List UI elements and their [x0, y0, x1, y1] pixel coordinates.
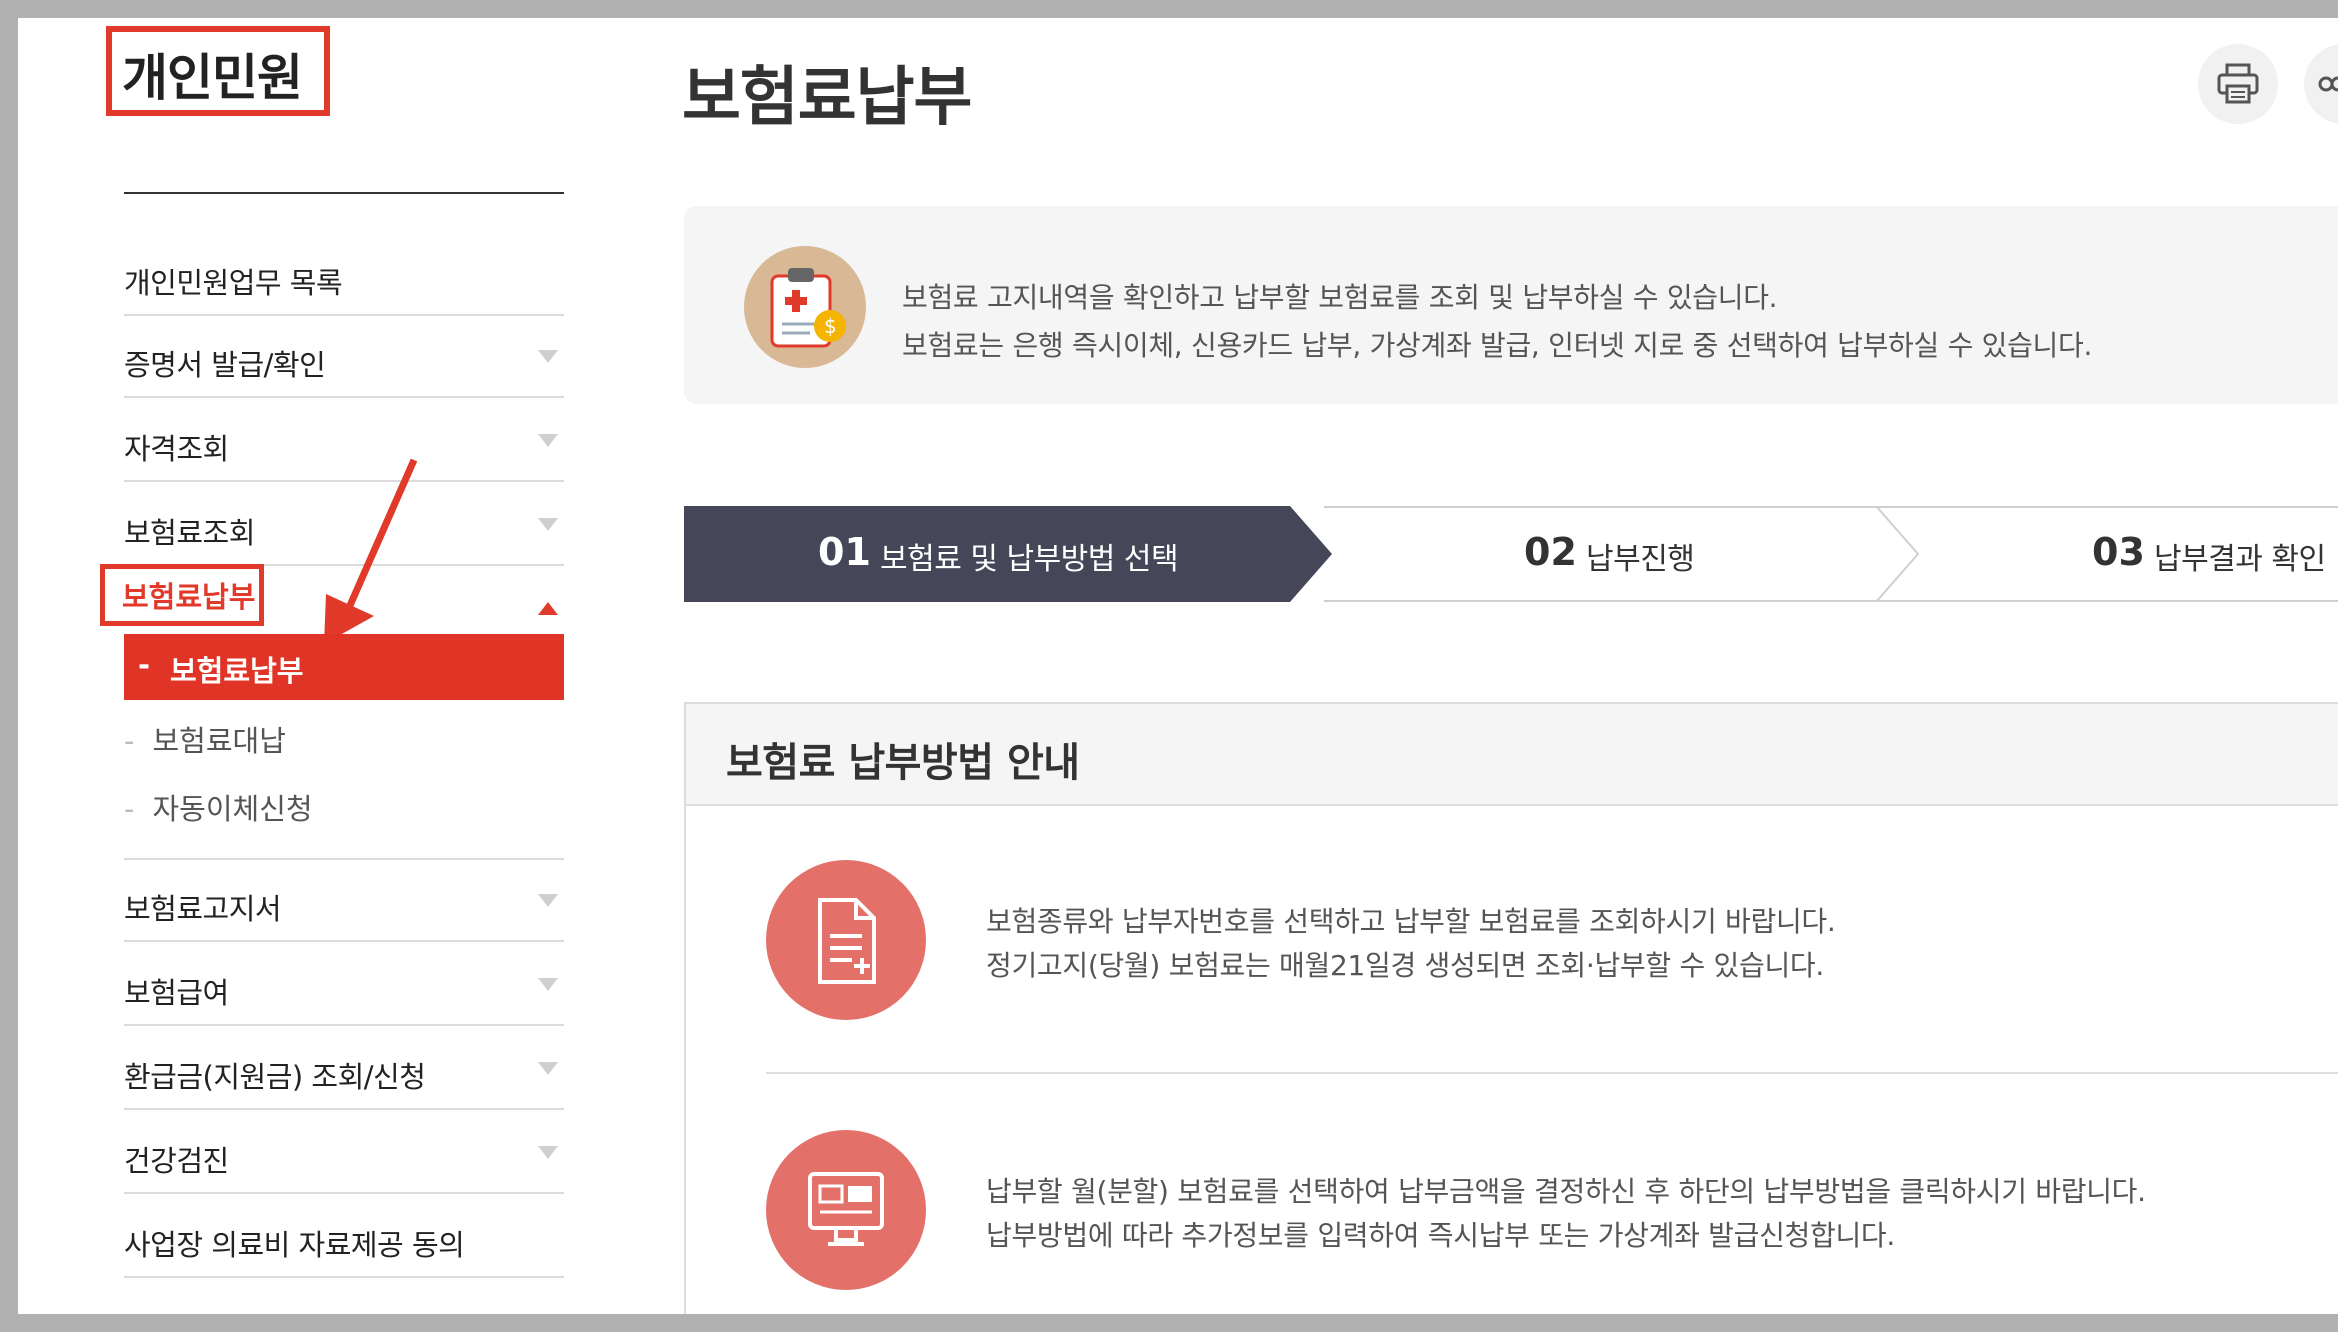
sidebar-item-refund[interactable]: 환급금(지원금) 조회/신청 [124, 1028, 564, 1110]
sidebar-item-label: 보험료고지서 [124, 892, 282, 926]
sidebar-item-label: 증명서 발급/확인 [124, 348, 326, 382]
sidebar-item-foreigner-center[interactable]: 외국인 민원센터 예약 [124, 1280, 564, 1314]
payment-guide-panel: 보험료 납부방법 안내 보험종류와 납부자번호를 선택하고 납부할 보험료를 조… [684, 702, 2338, 1314]
chevron-down-icon [538, 434, 558, 447]
guide-divider [766, 1072, 2338, 1074]
link-icon [2318, 76, 2338, 92]
sidebar-item-civil-list[interactable]: 개인민원업무 목록 [124, 234, 564, 316]
print-button[interactable] [2198, 44, 2278, 124]
step-1: 01 보험료 및 납부방법 선택 [684, 506, 1290, 602]
guide-text-line: 보험종류와 납부자번호를 선택하고 납부할 보험료를 조회하시기 바랍니다. [986, 905, 1836, 938]
sidebar-divider [124, 192, 564, 194]
annotation-arrow-icon [324, 458, 418, 644]
printer-icon [2217, 63, 2259, 104]
page-title: 보험료납부 [682, 61, 972, 135]
sidebar-item-label: 사업장 의료비 자료제공 동의 [124, 1228, 465, 1262]
sub-item-premium-proxy[interactable]: - 보험료대납 [124, 718, 286, 760]
chevron-down-icon [538, 350, 558, 363]
sub-item-auto-transfer[interactable]: - 자동이체신청 [124, 786, 313, 828]
sidebar-item-medical-data-consent[interactable]: 사업장 의료비 자료제공 동의 [124, 1196, 564, 1278]
step-label: 납부결과 확인 [2154, 542, 2326, 577]
sidebar-item-label: 보험료조회 [124, 516, 255, 550]
sub-item-label: 자동이체신청 [152, 792, 313, 826]
share-button[interactable] [2304, 44, 2338, 124]
info-panel: $ 보험료 고지내역을 확인하고 납부할 보험료를 조회 및 납부하실 수 있습… [684, 206, 2338, 404]
guide-title: 보험료 납부방법 안내 [726, 740, 1080, 786]
sidebar-item-label: 자격조회 [124, 432, 229, 466]
sidebar-item-label: 건강검진 [124, 1144, 229, 1178]
chevron-down-icon [538, 1062, 558, 1075]
monitor-icon [766, 1130, 926, 1290]
sidebar-item-benefits[interactable]: 보험급여 [124, 944, 564, 1026]
clipboard-coin-icon: $ [744, 246, 866, 368]
sub-item-label: 보험료대납 [152, 724, 286, 758]
page: 개인민원 개인민원업무 목록 증명서 발급/확인 자격조회 보험료조회 보험료납… [18, 18, 2338, 1314]
step-label: 납부진행 [1586, 542, 1695, 577]
sidebar-title: 개인민원 [122, 49, 303, 107]
chevron-down-icon [538, 978, 558, 991]
step-indicator: 01 보험료 및 납부방법 선택 02 납부진행 03 납부결과 확인 [684, 506, 2338, 602]
info-text-line: 보험료 고지내역을 확인하고 납부할 보험료를 조회 및 납부하실 수 있습니다… [902, 281, 1778, 314]
step-label: 보험료 및 납부방법 선택 [880, 542, 1179, 577]
sub-item-dash: - [138, 648, 151, 682]
sidebar-item-label-active[interactable]: 보험료납부 [122, 574, 255, 616]
chevron-down-icon [538, 894, 558, 907]
chevron-down-icon [538, 518, 558, 531]
sidebar-item-label: 보험급여 [124, 976, 229, 1010]
sidebar-item-label: 환급금(지원금) 조회/신청 [124, 1060, 426, 1094]
sidebar-item-certificates[interactable]: 증명서 발급/확인 [124, 316, 564, 398]
guide-text-line: 납부방법에 따라 추가정보를 입력하여 즉시납부 또는 가상계좌 발급신청합니다… [986, 1219, 1895, 1252]
step-number: 01 [818, 530, 871, 574]
sub-item-premium-payment[interactable]: - 보험료납부 [124, 634, 564, 700]
sidebar-item-bill[interactable]: 보험료고지서 [124, 860, 564, 942]
step-number: 03 [2092, 530, 2145, 574]
sub-item-dash: - [124, 792, 135, 826]
chevron-up-icon [538, 602, 558, 615]
sidebar-item-label: 외국인 민원센터 예약 [124, 1306, 378, 1314]
svg-text:$: $ [824, 314, 837, 338]
chevron-down-icon [538, 1146, 558, 1159]
guide-text-line: 납부할 월(분할) 보험료를 선택하여 납부금액을 결정하신 후 하단의 납부방… [986, 1175, 2146, 1208]
sidebar-item-checkup[interactable]: 건강검진 [124, 1112, 564, 1194]
guide-text-line: 정기고지(당월) 보험료는 매월21일경 생성되면 조회·납부할 수 있습니다. [986, 949, 1824, 982]
guide-header: 보험료 납부방법 안내 [686, 704, 2338, 806]
document-plus-icon [766, 860, 926, 1020]
sub-item-dash: - [124, 724, 135, 758]
chevron-right-icon [1875, 506, 1920, 602]
sub-item-label: 보험료납부 [170, 654, 304, 688]
info-text-line: 보험료는 은행 즉시이체, 신용카드 납부, 가상계좌 발급, 인터넷 지로 중… [902, 329, 2093, 362]
sidebar-item-label: 개인민원업무 목록 [124, 266, 343, 300]
step-number: 02 [1524, 530, 1577, 574]
